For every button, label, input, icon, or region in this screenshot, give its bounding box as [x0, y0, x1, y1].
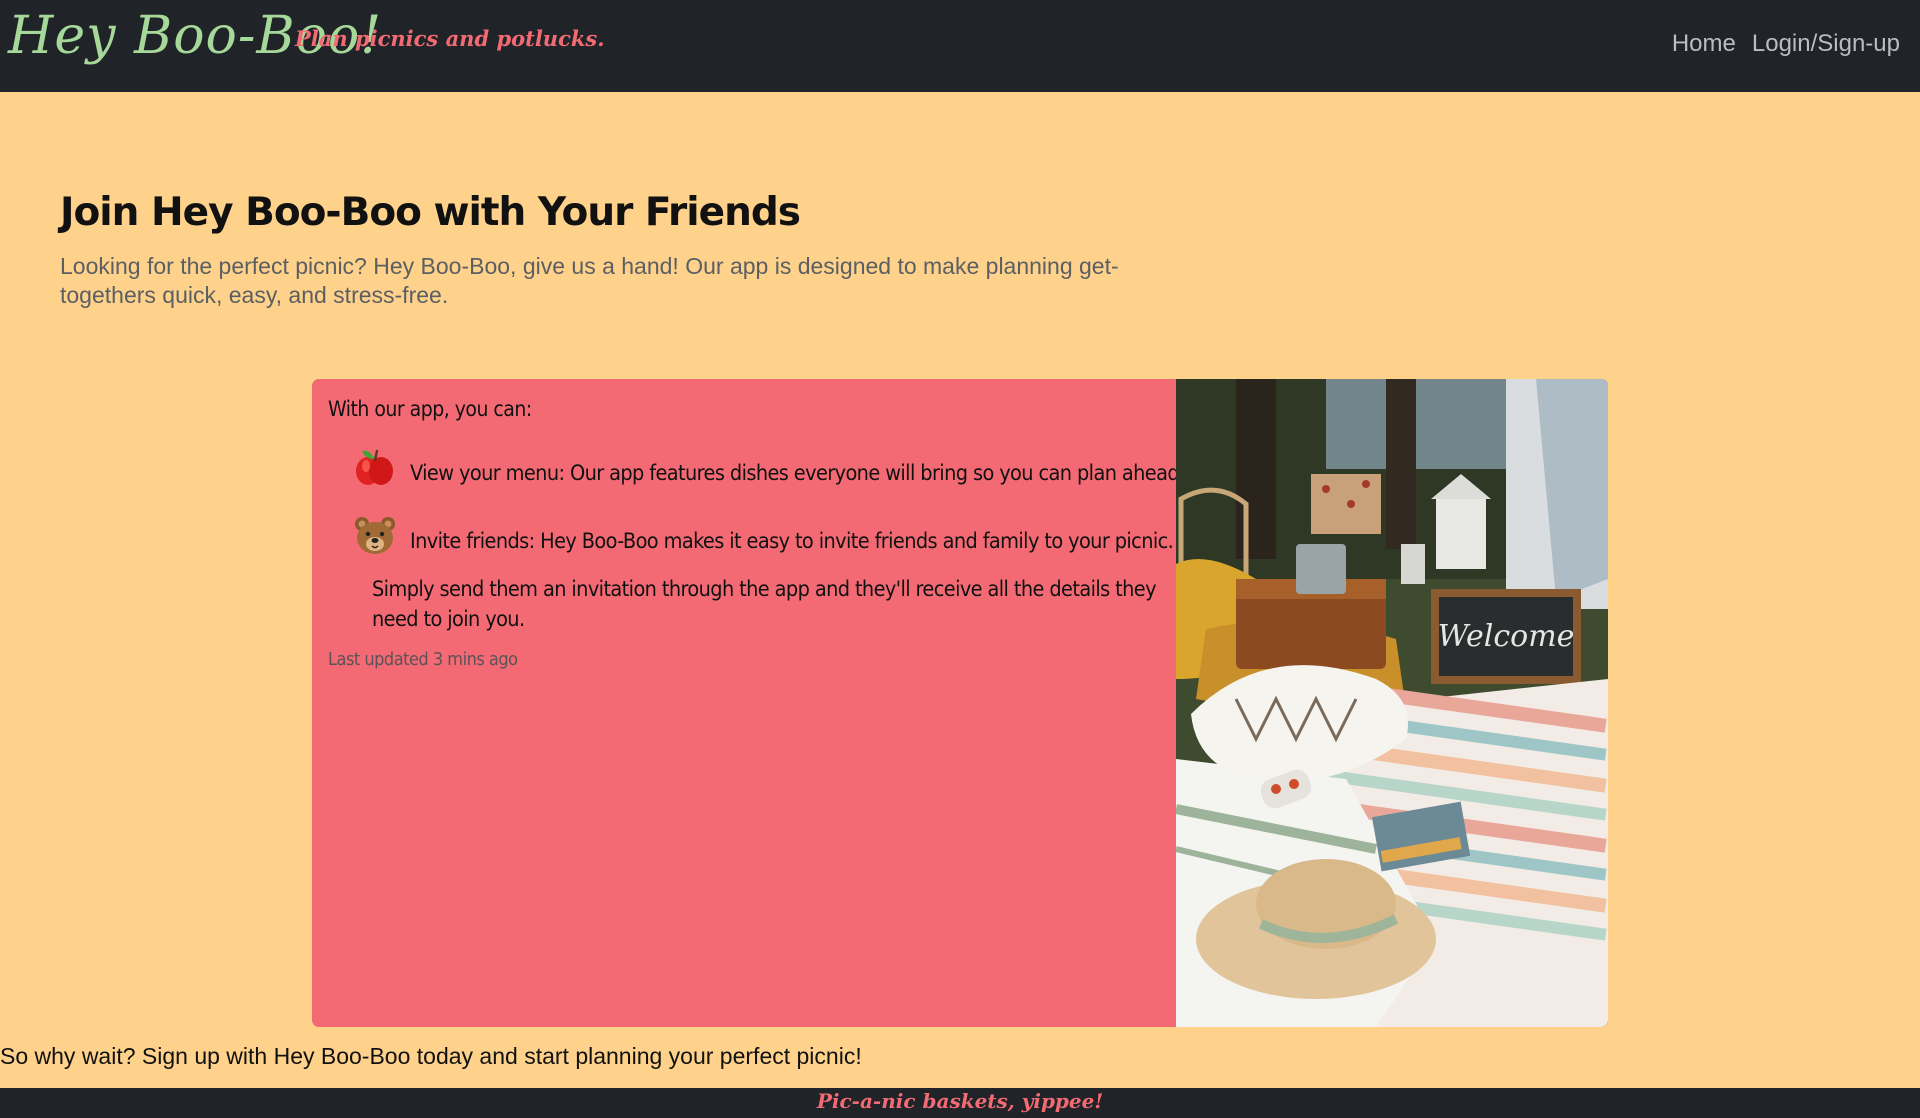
footer: Pic-a-nic baskets, yippee!	[0, 1088, 1920, 1118]
card-body: With our app, you can: View your menu: O…	[312, 379, 1187, 1027]
picnic-photo-illustration: Welcome	[1176, 379, 1608, 1027]
feature-item-invite: Invite friends: Hey Boo-Boo makes it eas…	[354, 515, 1174, 557]
hero-description: Looking for the perfect picnic? Hey Boo-…	[60, 253, 1119, 308]
apple-icon	[356, 449, 393, 485]
feature-item-menu: View your menu: Our app features dishes …	[354, 447, 1187, 489]
page-title: Join Hey Boo-Boo with Your Friends	[60, 190, 801, 235]
welcome-sign-text: Welcome	[1438, 619, 1575, 654]
feature-text-menu: View your menu: Our app features dishes …	[410, 461, 1187, 486]
picnic-photo: Welcome	[1176, 379, 1608, 1027]
navbar: Hey Boo-Boo! Plan picnics and potlucks. …	[0, 0, 1920, 92]
footer-text: Pic-a-nic baskets, yippee!	[816, 1089, 1104, 1113]
nav-links: Home Login/Sign-up	[1672, 30, 1900, 58]
nav-link-login-signup[interactable]: Login/Sign-up	[1752, 30, 1900, 58]
call-to-action-text: So why wait? Sign up with Hey Boo-Boo to…	[0, 1043, 862, 1069]
feature-card: With our app, you can: View your menu: O…	[312, 379, 1608, 1027]
last-updated-text: Last updated 3 mins ago	[328, 649, 518, 670]
feature-text-invite: Invite friends: Hey Boo-Boo makes it eas…	[410, 529, 1174, 554]
feature-text-invite-continued: Simply send them an invitation through t…	[372, 577, 1157, 632]
bear-face-icon	[355, 517, 395, 554]
brand-tagline: Plan picnics and potlucks.	[295, 26, 605, 51]
card-intro: With our app, you can:	[328, 397, 532, 421]
nav-link-home[interactable]: Home	[1672, 30, 1736, 58]
